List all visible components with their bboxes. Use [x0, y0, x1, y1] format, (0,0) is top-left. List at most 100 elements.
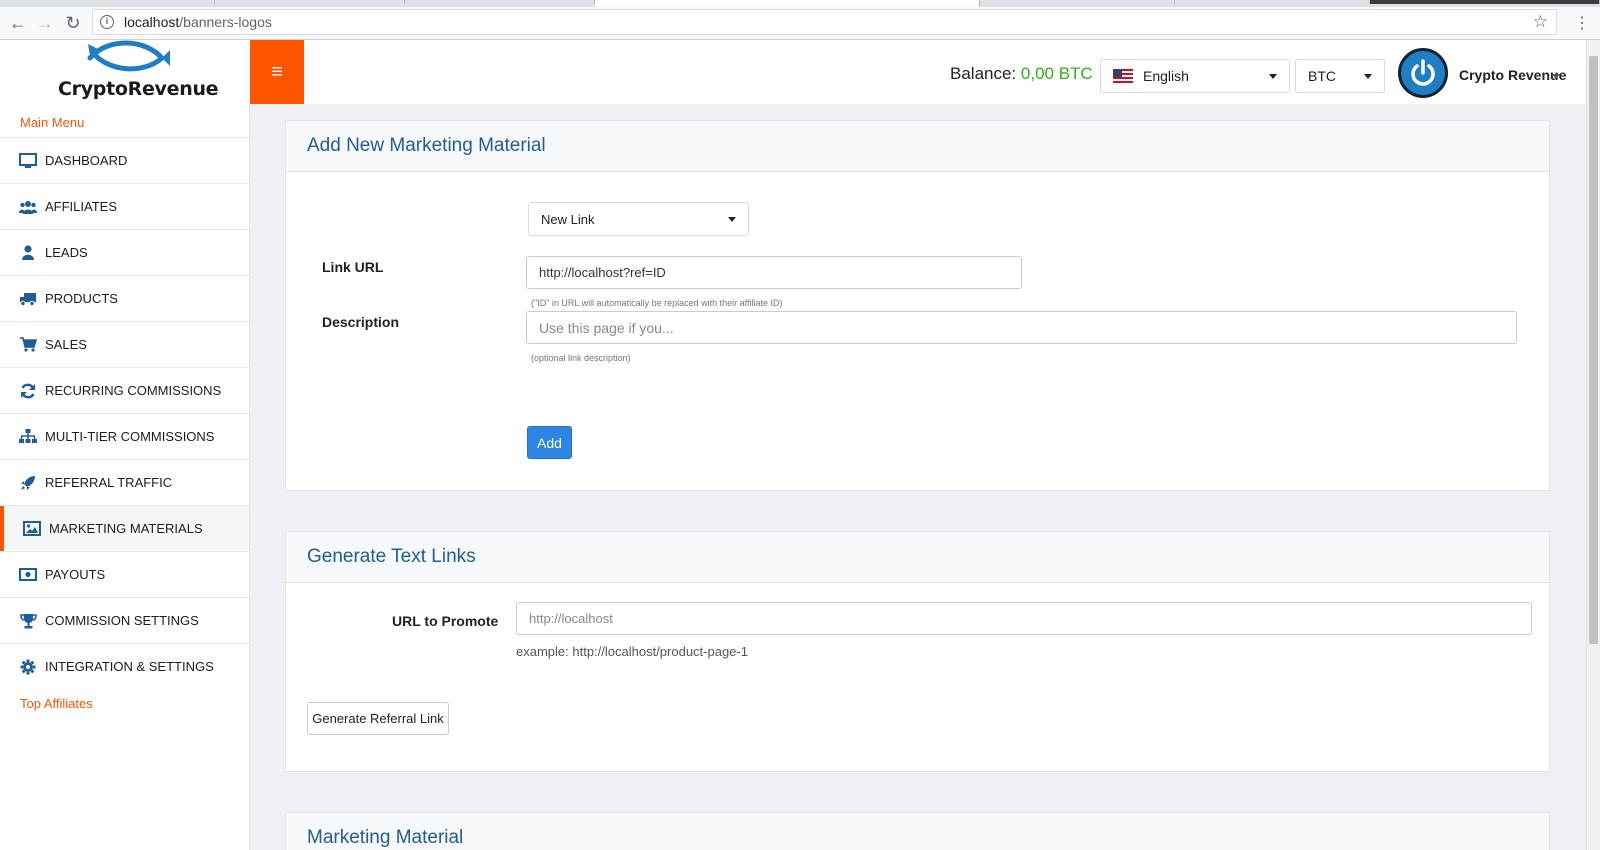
info-icon[interactable]: i — [100, 15, 114, 29]
browser-tab-active[interactable] — [595, 0, 980, 7]
browser-tab[interactable] — [980, 0, 1175, 4]
hamburger-icon: ≡ — [271, 60, 283, 83]
browser-menu-icon[interactable]: ⋮ — [1574, 13, 1590, 33]
logo-wordmark: CryptoRevenue — [58, 78, 219, 100]
sidebar-item-recurring-commissions[interactable]: RECURRING COMMISSIONS — [0, 367, 249, 413]
rocket-icon — [18, 473, 38, 493]
app-header: CryptoRevenue ≡ Balance: 0,00 BTC Englis… — [0, 40, 1586, 104]
gear-icon — [18, 657, 38, 677]
sidebar-item-commission-settings[interactable]: COMMISSION SETTINGS — [0, 597, 249, 643]
currency-value: BTC — [1308, 68, 1336, 84]
card-header: Add New Marketing Material — [286, 121, 1549, 172]
chevron-down-icon[interactable] — [1552, 74, 1560, 79]
browser-tab[interactable] — [1370, 0, 1600, 4]
material-type-select[interactable]: New Link — [528, 202, 749, 236]
sidebar-item-affiliates[interactable]: AFFILIATES — [0, 183, 249, 229]
url-to-promote-placeholder: http://localhost — [529, 611, 613, 626]
sidebar-item-leads[interactable]: LEADS — [0, 229, 249, 275]
url-to-promote-input[interactable]: http://localhost — [516, 602, 1532, 635]
generate-links-card: Generate Text Links URL to Promote http:… — [285, 531, 1550, 772]
card-header: Generate Text Links — [286, 532, 1549, 583]
url-example-text: example: http://localhost/product-page-1 — [516, 644, 748, 659]
cart-icon — [18, 335, 38, 355]
logo[interactable]: CryptoRevenue — [0, 40, 250, 104]
avatar[interactable] — [1398, 48, 1448, 98]
sidebar-item-label: MULTI-TIER COMMISSIONS — [45, 429, 215, 444]
url-to-promote-label: URL to Promote — [392, 613, 499, 629]
image-icon — [22, 519, 42, 539]
money-icon — [18, 565, 38, 585]
sidebar-item-multi-tier-commissions[interactable]: MULTI-TIER COMMISSIONS — [0, 413, 249, 459]
material-type-value: New Link — [541, 211, 595, 227]
sidebar-item-integration-settings[interactable]: INTEGRATION & SETTINGS — [0, 643, 249, 689]
url-host: localhost — [124, 14, 180, 30]
sidebar-item-label: PAYOUTS — [45, 567, 106, 582]
add-button[interactable]: Add — [527, 426, 572, 459]
users-icon — [18, 197, 38, 217]
sidebar-item-label: SALES — [45, 337, 87, 352]
currency-select[interactable]: BTC — [1295, 59, 1385, 93]
description-hint: (optional link description) — [531, 353, 631, 363]
sidebar-item-dashboard[interactable]: DASHBOARD — [0, 137, 249, 183]
fish-logo-icon — [87, 40, 170, 72]
scrollbar-thumb[interactable] — [1589, 56, 1598, 644]
reload-icon[interactable]: ↻ — [61, 11, 85, 35]
sidebar-item-products[interactable]: PRODUCTS — [0, 275, 249, 321]
card-title: Add New Marketing Material — [307, 135, 546, 156]
sidebar-item-label: INTEGRATION & SETTINGS — [45, 659, 214, 674]
truck-icon — [18, 289, 38, 309]
language-select[interactable]: English — [1100, 59, 1290, 93]
trophy-icon — [18, 611, 38, 631]
chevron-down-icon — [1269, 74, 1277, 79]
sidebar: Main Menu DASHBOARD AFFILIATES LEADS PRO… — [0, 104, 250, 850]
back-arrow-icon[interactable]: ← — [6, 11, 30, 35]
language-value: English — [1143, 68, 1189, 84]
sidebar-item-marketing-materials[interactable]: MARKETING MATERIALS — [0, 505, 249, 551]
card-header: Marketing Material — [286, 813, 1549, 850]
sidebar-item-sales[interactable]: SALES — [0, 321, 249, 367]
card-title: Marketing Material — [307, 827, 464, 848]
bookmark-star-icon[interactable]: ☆ — [1533, 12, 1548, 32]
link-url-label: Link URL — [322, 259, 384, 275]
sidebar-item-label: DASHBOARD — [45, 153, 128, 168]
add-material-card: Add New Marketing Material New Link Link… — [285, 120, 1550, 491]
sidebar-top-affiliates-link[interactable]: Top Affiliates — [0, 689, 249, 722]
sidebar-item-label: REFERRAL TRAFFIC — [45, 475, 173, 490]
address-bar[interactable]: i localhost/banners-logos ☆ — [92, 9, 1557, 35]
power-icon — [1411, 59, 1435, 86]
link-url-value: http://localhost?ref=ID — [539, 265, 666, 280]
sidebar-item-referral-traffic[interactable]: REFERRAL TRAFFIC — [0, 459, 249, 505]
sidebar-item-label: LEADS — [45, 245, 88, 260]
monitor-icon — [18, 151, 38, 171]
link-url-hint: ("ID" in URL will automatically be repla… — [531, 298, 783, 308]
description-input[interactable]: Use this page if you... — [526, 311, 1517, 344]
url-path: /banners-logos — [179, 14, 272, 30]
address-url: localhost/banners-logos — [124, 14, 272, 30]
chevron-down-icon — [1364, 74, 1372, 79]
user-icon — [18, 243, 38, 263]
balance-label: Balance: — [950, 64, 1021, 83]
description-label: Description — [322, 314, 400, 330]
browser-tabstrip — [0, 0, 1600, 7]
browser-tab[interactable] — [215, 0, 405, 4]
link-url-input[interactable]: http://localhost?ref=ID — [526, 256, 1022, 289]
generate-referral-link-button[interactable]: Generate Referral Link — [307, 702, 449, 735]
page-scrollbar[interactable] — [1586, 40, 1600, 850]
menu-toggle-button[interactable]: ≡ — [250, 40, 304, 104]
sitemap-icon — [18, 427, 38, 447]
browser-toolbar: ← → ↻ i localhost/banners-logos ☆ ⋮ — [0, 7, 1600, 40]
marketing-material-card: Marketing Material — [285, 812, 1550, 850]
browser-tab[interactable] — [405, 0, 595, 4]
refresh-icon — [18, 381, 38, 401]
sidebar-item-label: MARKETING MATERIALS — [49, 521, 203, 536]
sidebar-heading: Main Menu — [20, 115, 85, 130]
sidebar-item-payouts[interactable]: PAYOUTS — [0, 551, 249, 597]
sidebar-item-label: PRODUCTS — [45, 291, 118, 306]
balance-amount: 0,00 BTC — [1020, 64, 1093, 83]
forward-arrow-icon[interactable]: → — [33, 11, 57, 35]
card-title: Generate Text Links — [307, 546, 476, 567]
browser-tab[interactable] — [0, 0, 215, 4]
balance-display: Balance: 0,00 BTC — [950, 64, 1093, 84]
browser-tab[interactable] — [1175, 0, 1370, 4]
user-menu-name[interactable]: Crypto Revenue — [1459, 67, 1566, 83]
